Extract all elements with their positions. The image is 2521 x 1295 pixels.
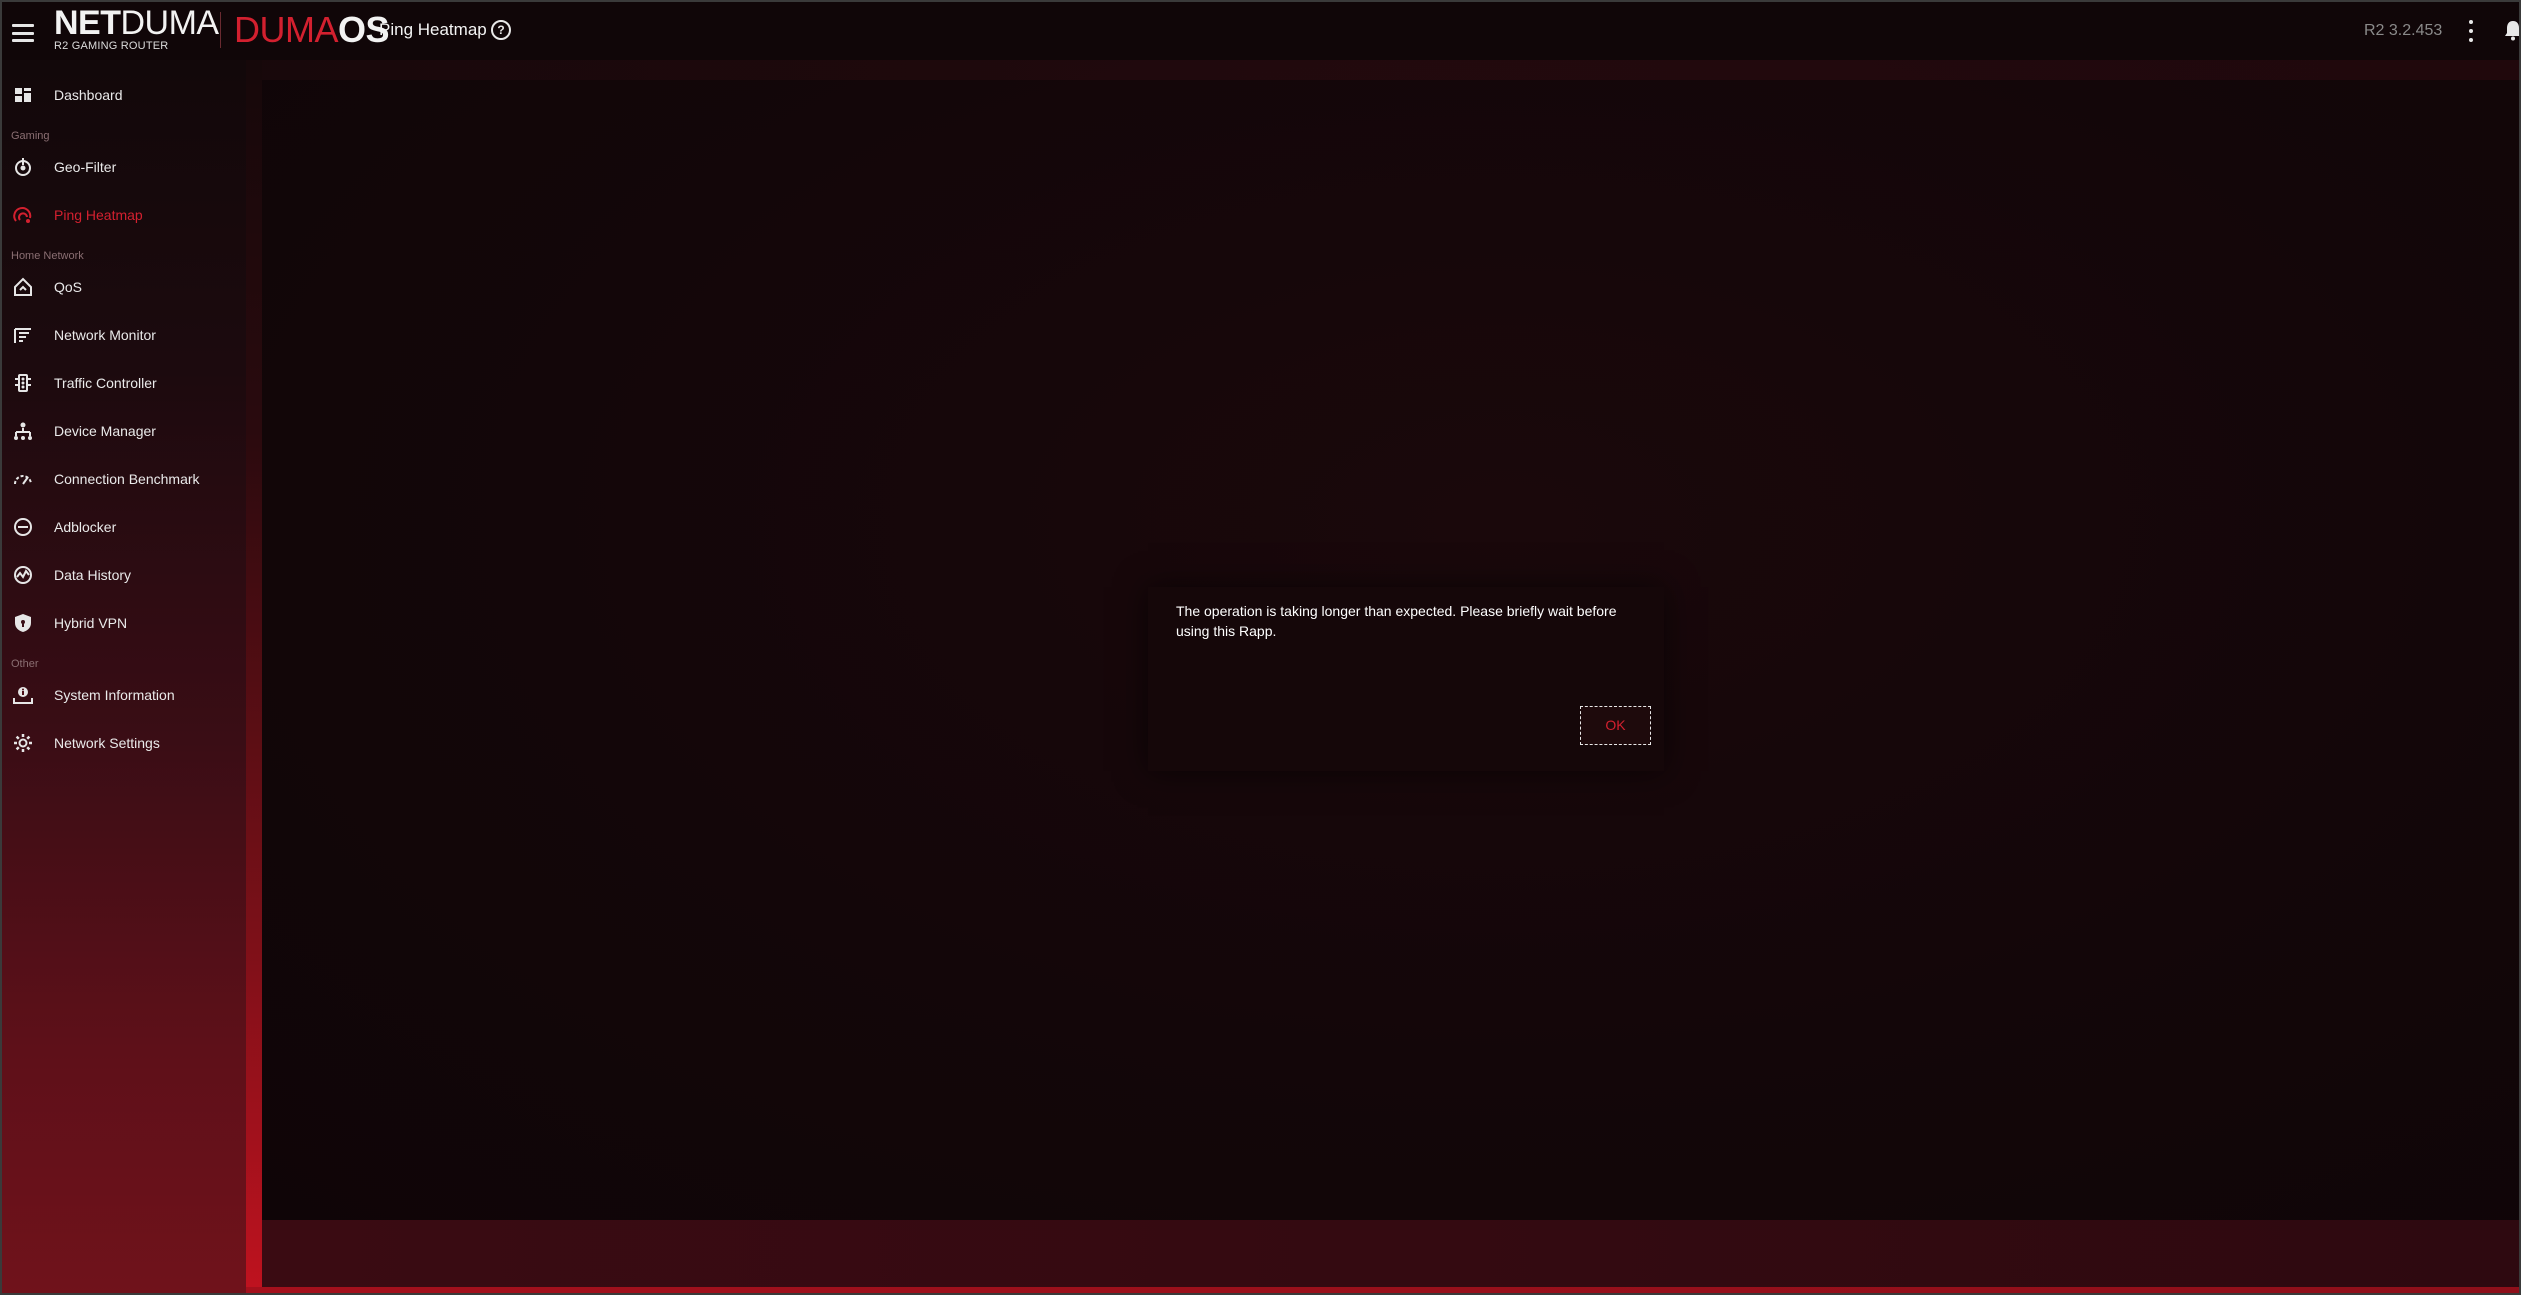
sidebar-item-label: Connection Benchmark: [54, 471, 200, 487]
sidebar-item-label: Hybrid VPN: [54, 615, 128, 631]
sidebar-item-label: Data History: [54, 567, 132, 583]
sidebar-item-network-monitor[interactable]: Network Monitor: [2, 314, 246, 354]
data-history-icon: [12, 564, 34, 586]
sidebar-item-device-manager[interactable]: Device Manager: [2, 410, 246, 450]
sidebar-item-traffic-controller[interactable]: Traffic Controller: [2, 362, 246, 402]
ping-heatmap-icon: [12, 204, 34, 226]
notifications-bell-icon[interactable]: [2503, 19, 2519, 41]
sidebar-item-label: System Information: [54, 687, 175, 703]
dumaos-logo-duma: DUMA: [234, 9, 339, 50]
brand-name-strong: NET: [54, 4, 121, 42]
sidebar-item-label: QoS: [54, 279, 83, 295]
sidebar-item-hybrid-vpn[interactable]: Hybrid VPN: [2, 602, 246, 642]
sidebar-item-label: Geo-Filter: [54, 159, 117, 175]
footer-band: [262, 1220, 2519, 1287]
netduma-logo: NETDUMA R2 GAMING ROUTER: [54, 6, 219, 52]
sidebar-item-label: Dashboard: [54, 87, 123, 103]
sidebar-item-label: Network Monitor: [54, 327, 156, 343]
sidebar-item-connection-benchmark[interactable]: Connection Benchmark: [2, 458, 246, 498]
menu-toggle-icon[interactable]: [12, 24, 34, 42]
section-label-gaming: Gaming: [11, 130, 50, 142]
timeout-dialog: The operation is taking longer than expe…: [1148, 587, 1664, 771]
page-title: Ping Heatmap: [379, 20, 487, 39]
sidebar-edge: [246, 60, 262, 1293]
ok-button[interactable]: OK: [1580, 706, 1651, 745]
app-window: NETDUMA R2 GAMING ROUTER DUMAOS Ping Hea…: [0, 0, 2521, 1295]
sidebar-item-dashboard[interactable]: Dashboard: [2, 74, 246, 114]
sidebar-item-qos[interactable]: QoS: [2, 266, 246, 306]
section-label-home-network: Home Network: [11, 250, 84, 262]
dialog-message: The operation is taking longer than expe…: [1176, 603, 1617, 639]
sidebar-item-data-history[interactable]: Data History: [2, 554, 246, 594]
dumaos-logo: DUMAOS: [234, 9, 390, 50]
traffic-controller-icon: [12, 372, 34, 394]
brand-name-light: DUMA: [120, 4, 220, 42]
sidebar-item-system-information[interactable]: System Information: [2, 674, 246, 714]
qos-icon: [12, 276, 34, 298]
sidebar-item-geo-filter[interactable]: Geo-Filter: [2, 146, 246, 186]
sidebar-item-adblocker[interactable]: Adblocker: [2, 506, 246, 546]
more-options-icon[interactable]: [2468, 20, 2474, 42]
dashboard-icon: [12, 84, 34, 106]
device-manager-icon: [12, 420, 34, 442]
sidebar-item-ping-heatmap[interactable]: Ping Heatmap: [2, 194, 246, 234]
system-information-icon: [12, 684, 34, 706]
sidebar-item-label: Adblocker: [54, 519, 117, 535]
sidebar-item-label: Network Settings: [54, 735, 160, 751]
section-label-other: Other: [11, 658, 39, 670]
brand-divider: [220, 12, 221, 48]
sidebar-item-network-settings[interactable]: Network Settings: [2, 722, 246, 762]
main-top-band: [262, 60, 2519, 80]
sidebar-item-label: Device Manager: [54, 423, 156, 439]
top-bar: NETDUMA R2 GAMING ROUTER DUMAOS Ping Hea…: [2, 2, 2519, 60]
help-icon[interactable]: ?: [491, 20, 511, 40]
footer-accent-line: [246, 1287, 2519, 1293]
adblocker-icon: [12, 516, 34, 538]
sidebar-item-label: Traffic Controller: [54, 375, 157, 391]
sidebar-item-label: Ping Heatmap: [54, 207, 143, 223]
geo-filter-icon: [12, 156, 34, 178]
network-settings-icon: [12, 732, 34, 754]
network-monitor-icon: [12, 324, 34, 346]
connection-benchmark-icon: [12, 468, 34, 490]
hybrid-vpn-icon: [12, 612, 34, 634]
firmware-version: R2 3.2.453: [2364, 22, 2443, 39]
